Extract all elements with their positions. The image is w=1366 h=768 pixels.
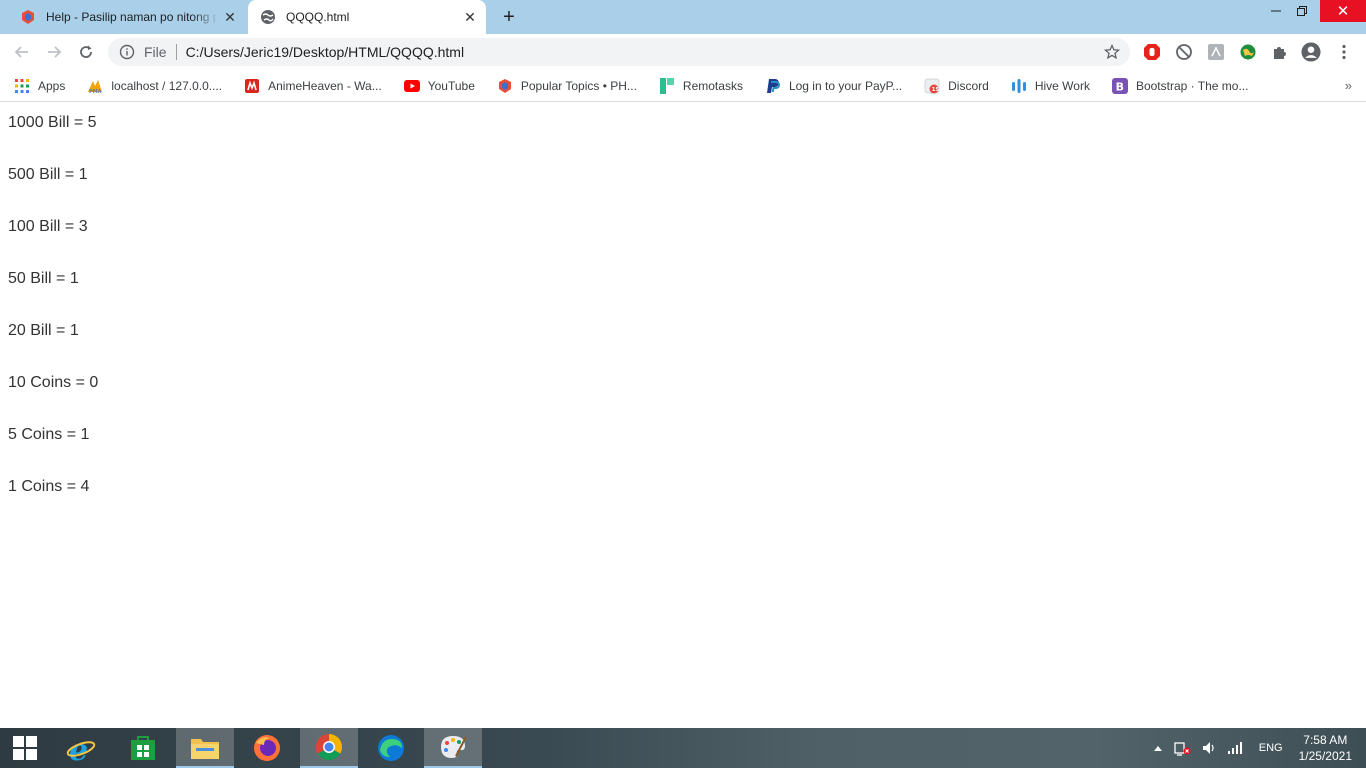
- result-line: 50 Bill = 1: [8, 270, 79, 287]
- bookmark-apps[interactable]: Apps: [14, 78, 65, 94]
- globe-icon: [260, 9, 276, 25]
- paint-icon[interactable]: [424, 728, 482, 768]
- pdf-extension-icon[interactable]: [1206, 42, 1226, 62]
- internet-explorer-icon[interactable]: e: [52, 728, 110, 768]
- phpmyadmin-icon: PMA: [87, 78, 103, 94]
- result-line: 20 Bill = 1: [8, 322, 79, 339]
- brainly-icon: [20, 9, 36, 25]
- earth-extension-icon[interactable]: [1238, 42, 1258, 62]
- result-line: 100 Bill = 3: [8, 218, 88, 235]
- language-indicator[interactable]: ENG: [1259, 742, 1283, 754]
- file-explorer-icon[interactable]: [176, 728, 234, 768]
- start-icon[interactable]: [0, 728, 50, 768]
- bookmarks-bar: Apps PMA localhost / 127.0.0.... AnimeHe…: [0, 70, 1366, 102]
- bookmark-bootstrap[interactable]: B Bootstrap · The mo...: [1111, 77, 1249, 94]
- remotasks-icon: [659, 77, 675, 94]
- apps-grid-icon: [14, 78, 30, 94]
- bookmark-animeheaven[interactable]: AnimeHeaven - Wa...: [244, 78, 382, 94]
- hive-icon: [1011, 78, 1027, 94]
- bookmark-label: Bootstrap · The mo...: [1135, 78, 1249, 93]
- profile-avatar-icon[interactable]: [1301, 42, 1321, 62]
- bookmark-label: Log in to your PayP...: [788, 78, 903, 93]
- firefox-icon[interactable]: [238, 728, 296, 768]
- bookmark-paypal[interactable]: Log in to your PayP...: [765, 78, 902, 94]
- bookmark-label: Remotasks: [682, 78, 743, 93]
- network-icon[interactable]: [1173, 740, 1191, 756]
- back-arrow-icon[interactable]: [8, 38, 36, 66]
- close-tab-icon[interactable]: ✕: [218, 5, 242, 29]
- adblock-extension-icon[interactable]: [1142, 42, 1162, 62]
- result-line: 1 Coins = 4: [8, 478, 90, 495]
- minimize-icon[interactable]: [1264, 0, 1288, 22]
- show-hidden-icons-icon[interactable]: [1153, 744, 1163, 752]
- svg-text:PMA: PMA: [89, 89, 102, 94]
- tab-help[interactable]: Help - Pasilip naman po nitong p ✕: [8, 0, 246, 34]
- brainly-icon: [497, 78, 513, 94]
- edge-icon[interactable]: [362, 728, 420, 768]
- bookmark-label: localhost / 127.0.0....: [111, 78, 223, 93]
- result-line: 5 Coins = 1: [8, 426, 90, 443]
- new-tab-button[interactable]: +: [496, 5, 522, 29]
- tab-title: QQQQ.html: [286, 10, 350, 24]
- clock[interactable]: 7:58 AM 1/25/2021: [1299, 732, 1352, 764]
- svg-text:15: 15: [932, 87, 940, 93]
- store-icon[interactable]: [114, 728, 172, 768]
- bookmark-localhost[interactable]: PMA localhost / 127.0.0....: [87, 78, 222, 94]
- bookmark-label: Popular Topics • PH...: [520, 78, 637, 93]
- youtube-icon: [403, 78, 420, 94]
- wifi-signal-icon[interactable]: [1227, 741, 1243, 755]
- volume-icon[interactable]: [1201, 740, 1217, 756]
- restore-icon[interactable]: [1290, 0, 1314, 22]
- tab-strip: Help - Pasilip naman po nitong p ✕ QQQQ.…: [0, 0, 1366, 34]
- close-tab-icon[interactable]: ✕: [458, 5, 482, 29]
- bookmark-hive-work[interactable]: Hive Work: [1011, 78, 1090, 94]
- bookmark-star-icon[interactable]: [1102, 42, 1122, 62]
- url-text[interactable]: C:/Users/Jeric19/Desktop/HTML/QQQQ.html: [186, 44, 1102, 60]
- toolbar: File C:/Users/Jeric19/Desktop/HTML/QQQQ.…: [0, 34, 1366, 70]
- scheme-label: File: [144, 44, 167, 60]
- menu-kebab-icon[interactable]: [1334, 42, 1354, 62]
- clock-date: 1/25/2021: [1298, 749, 1352, 763]
- tab-title: Help - Pasilip naman po nitong p: [46, 10, 218, 24]
- page-content: 1000 Bill = 5 500 Bill = 1 100 Bill = 3 …: [0, 103, 1366, 728]
- svg-text:B: B: [1116, 80, 1124, 93]
- bookmark-discord[interactable]: 15 Discord: [924, 78, 989, 94]
- discord-icon: 15: [924, 78, 940, 94]
- tab-qqqq[interactable]: QQQQ.html ✕: [248, 0, 486, 34]
- taskbar: e ENG 7:58 AM 1/25/2021: [0, 728, 1366, 768]
- bookmark-label: Discord: [948, 78, 989, 93]
- chrome-icon[interactable]: [300, 728, 358, 768]
- forward-arrow-icon[interactable]: [40, 38, 68, 66]
- paypal-icon: [765, 78, 781, 94]
- bootstrap-icon: B: [1111, 77, 1128, 94]
- puzzle-extensions-icon[interactable]: [1270, 42, 1290, 62]
- bookmark-label: Apps: [38, 78, 66, 93]
- info-icon[interactable]: [118, 43, 136, 61]
- system-tray: ENG 7:58 AM 1/25/2021: [1153, 728, 1366, 768]
- clock-time: 7:58 AM: [1303, 733, 1348, 747]
- animeheaven-icon: [244, 78, 260, 94]
- reload-icon[interactable]: [72, 38, 100, 66]
- bookmark-remotasks[interactable]: Remotasks: [659, 77, 743, 94]
- bookmark-label: Hive Work: [1034, 78, 1090, 93]
- close-window-icon[interactable]: ✕: [1320, 0, 1366, 22]
- window-controls: ✕: [1262, 0, 1366, 22]
- address-bar[interactable]: File C:/Users/Jeric19/Desktop/HTML/QQQQ.…: [108, 38, 1130, 66]
- block-extension-icon[interactable]: [1174, 42, 1194, 62]
- bookmark-label: YouTube: [427, 78, 475, 93]
- result-line: 1000 Bill = 5: [8, 114, 97, 131]
- omnibox-divider: [175, 44, 177, 60]
- bookmark-label: AnimeHeaven - Wa...: [268, 78, 382, 93]
- result-line: 500 Bill = 1: [8, 166, 88, 183]
- bookmark-popular-topics[interactable]: Popular Topics • PH...: [497, 78, 637, 94]
- result-line: 10 Coins = 0: [8, 374, 99, 391]
- chevron-double-right-icon[interactable]: »: [1345, 78, 1352, 93]
- bookmark-youtube[interactable]: YouTube: [403, 78, 475, 94]
